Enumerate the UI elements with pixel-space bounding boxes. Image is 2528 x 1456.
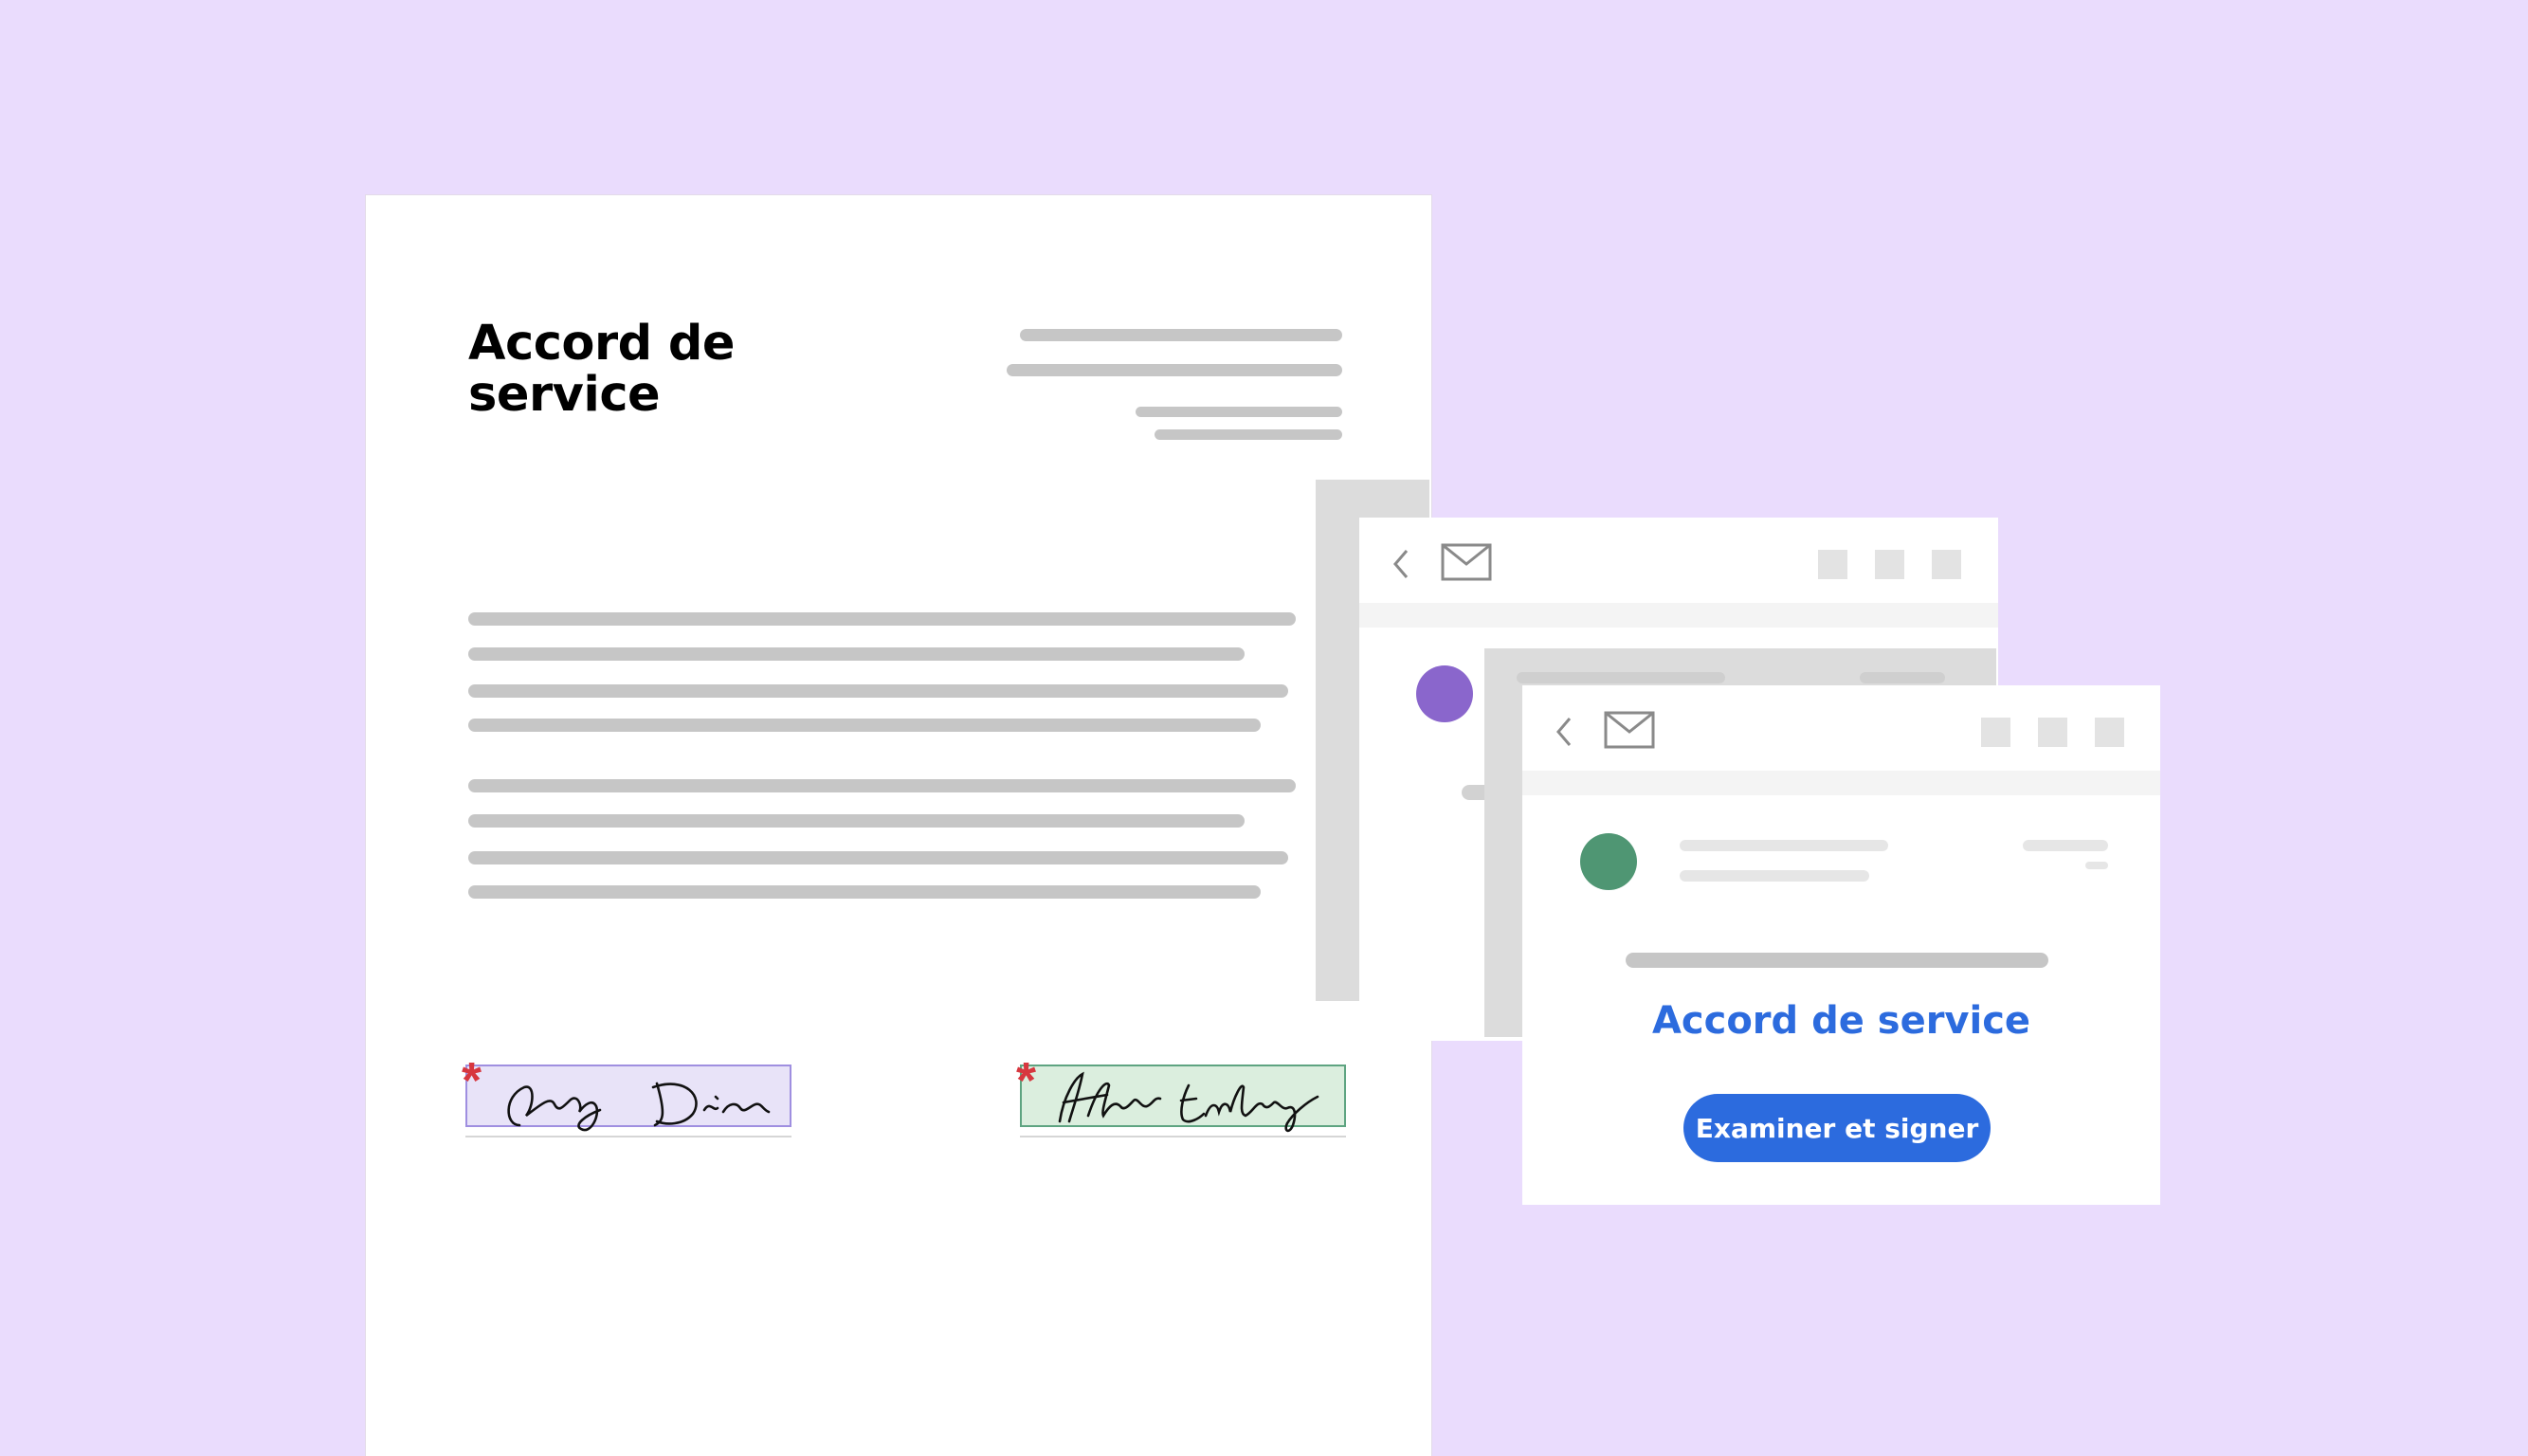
required-asterisk: *	[1016, 1052, 1037, 1109]
body-text-placeholder	[468, 612, 1296, 626]
body-text-placeholder	[468, 684, 1288, 698]
signature-underline	[1020, 1136, 1346, 1138]
body-text-placeholder	[468, 647, 1245, 661]
sender-email-placeholder	[1680, 870, 1869, 882]
chevron-left-icon[interactable]	[1391, 548, 1410, 580]
document-title: Accord de service	[468, 318, 866, 421]
toolbar-button[interactable]	[1818, 550, 1847, 579]
email-toolbar	[1522, 685, 2160, 771]
document-page: Accord de service * *	[366, 195, 1431, 1456]
peek-text-placeholder	[1860, 672, 1945, 683]
body-text-placeholder	[468, 885, 1261, 899]
document-title-line-1: Accord de	[468, 316, 735, 372]
required-asterisk: *	[462, 1052, 482, 1109]
toolbar-divider	[1522, 771, 2160, 795]
toolbar-button[interactable]	[2038, 718, 2067, 747]
time-placeholder	[2085, 862, 2108, 869]
message-line-placeholder	[1626, 953, 2048, 968]
toolbar-button[interactable]	[1875, 550, 1904, 579]
toolbar-divider	[1359, 603, 1998, 628]
body-text-placeholder	[468, 719, 1261, 732]
mail-icon[interactable]	[1441, 543, 1492, 581]
chevron-left-icon[interactable]	[1555, 716, 1573, 748]
toolbar-button[interactable]	[2095, 718, 2124, 747]
sender-avatar	[1580, 833, 1637, 890]
toolbar-button[interactable]	[1981, 718, 2010, 747]
sender-name-placeholder	[1680, 840, 1888, 851]
signature-underline	[465, 1136, 791, 1138]
signature-field-1[interactable]: *	[462, 1055, 791, 1132]
email-toolbar	[1359, 518, 1998, 603]
handwritten-signature	[507, 1082, 771, 1132]
handwritten-signature	[1058, 1071, 1319, 1133]
peek-text-placeholder	[1517, 672, 1725, 683]
body-text-placeholder	[468, 814, 1245, 828]
body-text-placeholder	[468, 779, 1296, 792]
header-text-placeholder	[1007, 364, 1342, 376]
mail-icon[interactable]	[1604, 711, 1655, 749]
email-heading: Accord de service	[1651, 999, 2031, 1043]
header-text-placeholder	[1155, 429, 1342, 440]
header-text-placeholder	[1020, 329, 1342, 341]
document-title-line-2: service	[468, 367, 661, 423]
date-placeholder	[2023, 840, 2108, 851]
signature-field-2[interactable]: *	[1016, 1055, 1346, 1133]
body-text-placeholder	[468, 851, 1288, 864]
toolbar-button[interactable]	[1932, 550, 1961, 579]
review-and-sign-button[interactable]: Examiner et signer	[1683, 1094, 1991, 1162]
sender-avatar	[1416, 665, 1473, 722]
header-text-placeholder	[1136, 407, 1342, 417]
